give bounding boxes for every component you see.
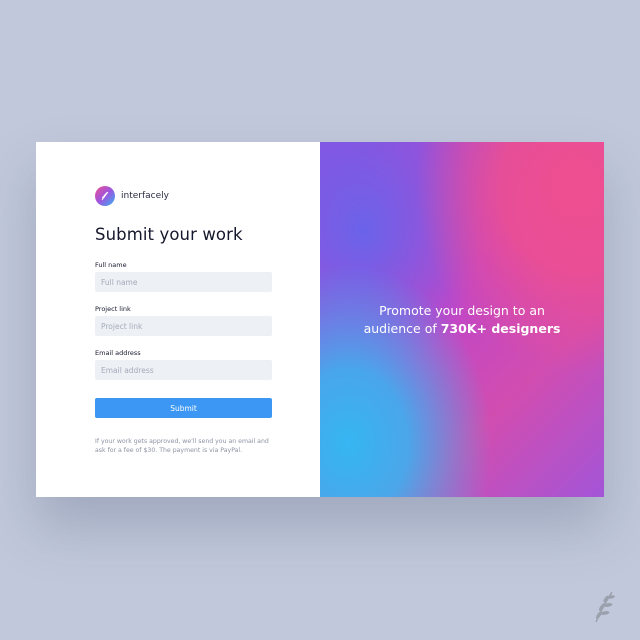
laurel-leaf-icon [590,588,618,628]
brand-name: interfacely [121,191,169,201]
form-panel: interfacely Submit your work Full name P… [36,142,320,497]
submit-button[interactable]: Submit [95,398,272,418]
promo-text: Promote your design to an audience of 73… [320,302,604,338]
promo-panel: Promote your design to an audience of 73… [320,142,604,497]
brand[interactable]: interfacely [95,186,169,206]
full-name-input[interactable] [95,272,272,292]
page-title: Submit your work [95,225,243,244]
approval-note: If your work gets approved, we'll send y… [95,438,269,454]
promo-highlight: 730K+ designers [440,321,561,336]
full-name-label: Full name [95,261,127,269]
submit-card: interfacely Submit your work Full name P… [36,142,604,497]
promo-line-2-prefix: audience of [363,321,441,336]
logo-icon [95,186,115,206]
project-link-label: Project link [95,305,131,313]
project-link-input[interactable] [95,316,272,336]
promo-line-2: audience of 730K+ designers [320,320,604,338]
email-address-label: Email address [95,349,141,357]
email-address-input[interactable] [95,360,272,380]
promo-line-1: Promote your design to an [379,303,545,318]
